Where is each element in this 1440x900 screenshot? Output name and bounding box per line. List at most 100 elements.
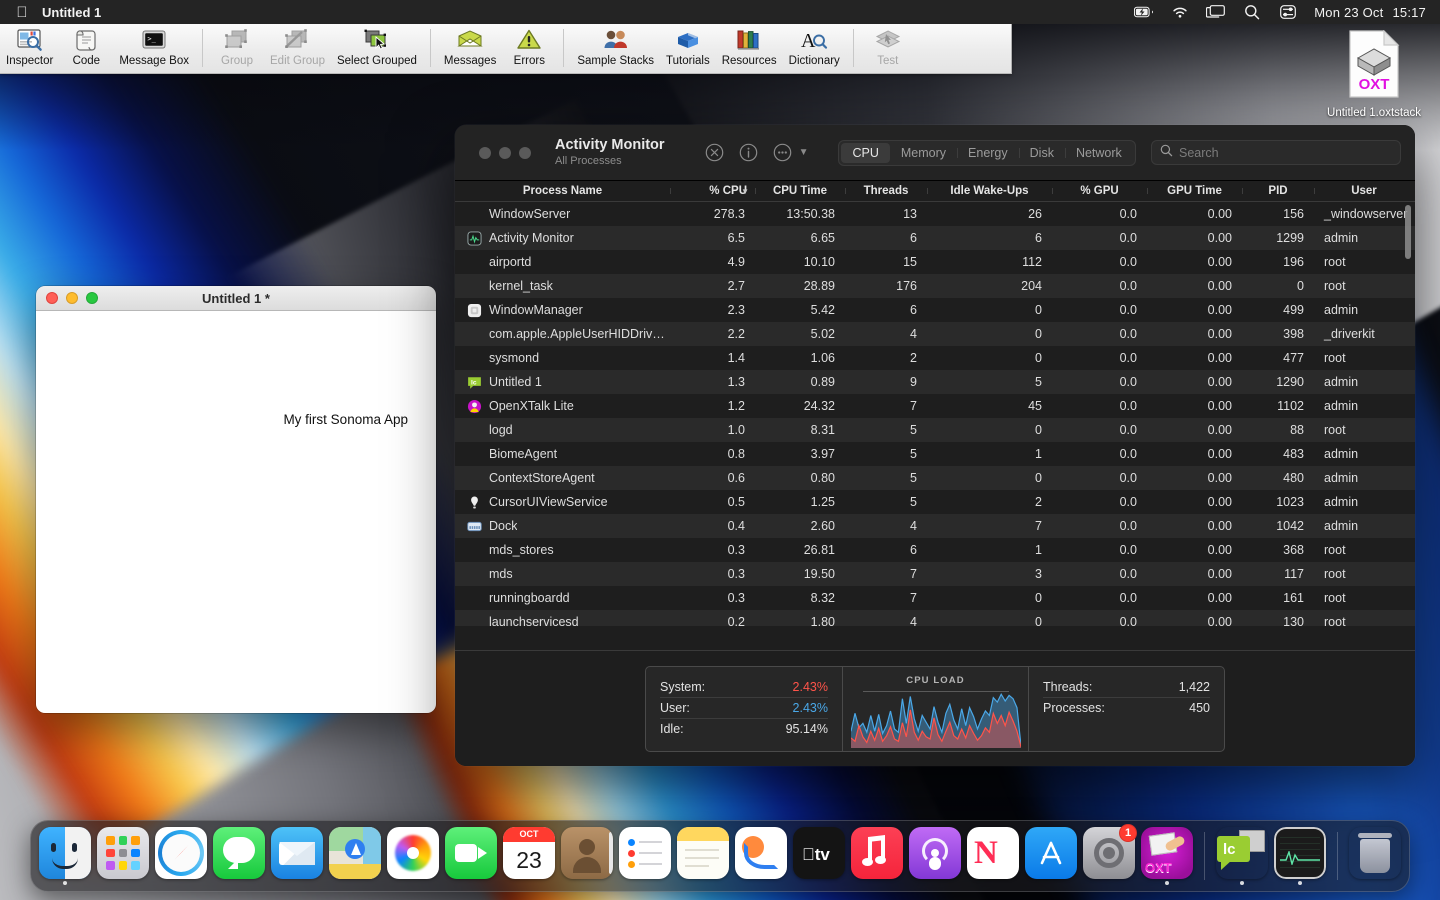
contacts-icon[interactable] — [561, 827, 613, 879]
tab-cpu[interactable]: CPU — [841, 142, 890, 163]
toolbar-code-button[interactable]: Code — [59, 24, 113, 74]
battery-charging-icon[interactable] — [1134, 4, 1154, 20]
spotlight-search-icon[interactable] — [1242, 4, 1261, 20]
dock-item-mail[interactable] — [271, 827, 323, 885]
dock-item-livecode[interactable]: lc — [1216, 827, 1268, 885]
control-center-icon[interactable] — [1278, 4, 1297, 20]
menubar-time[interactable]: 15:17 — [1392, 5, 1426, 20]
column-header-cpu[interactable]: % CPU ▼ — [670, 185, 755, 197]
column-header-gpu[interactable]: % GPU — [1052, 185, 1147, 197]
dock-item-music[interactable] — [851, 827, 903, 885]
mail-icon[interactable] — [271, 827, 323, 879]
table-row[interactable]: ContextStoreAgent 0.6 0.80 5 0 0.0 0.00 480 admi… — [455, 466, 1415, 490]
table-row[interactable]: lc Untitled 1 1.3 0.89 9 5 0.0 0.00 1290 admin — [455, 370, 1415, 394]
table-row[interactable]: mds_stores 0.3 26.81 6 1 0.0 0.00 368 root — [455, 538, 1415, 562]
dock-item-podcasts[interactable] — [909, 827, 961, 885]
column-header-threads[interactable]: Threads — [845, 185, 927, 197]
table-row[interactable]: Dock 0.4 2.60 4 7 0.0 0.00 1042 admin — [455, 514, 1415, 538]
openxtalk-lite-icon[interactable]: OXT — [1141, 827, 1193, 879]
table-row[interactable]: OpenXTalk Lite 1.2 24.32 7 45 0.0 0.00 1102 admi… — [455, 394, 1415, 418]
tab-disk[interactable]: Disk — [1018, 143, 1065, 163]
toolbar-errors-button[interactable]: Errors — [502, 24, 556, 74]
table-row[interactable]: logd 1.0 8.31 5 0 0.0 0.00 88 root — [455, 418, 1415, 442]
table-row[interactable]: airportd 4.9 10.10 15 112 0.0 0.00 196 root — [455, 250, 1415, 274]
safari-icon[interactable] — [155, 827, 207, 879]
news-icon[interactable]: N — [967, 827, 1019, 879]
activity-monitor-titlebar[interactable]: Activity Monitor All Processes ▼ CPU Mem… — [455, 125, 1415, 181]
stack-window-titlebar[interactable]: Untitled 1 * — [36, 286, 436, 311]
trash-icon[interactable] — [1349, 827, 1401, 879]
dock-item-maps[interactable] — [329, 827, 381, 885]
freeform-icon[interactable] — [735, 827, 787, 879]
notes-icon[interactable] — [677, 827, 729, 879]
table-row[interactable]: CursorUIViewService 0.5 1.25 5 2 0.0 0.00 1023 a… — [455, 490, 1415, 514]
app-store-icon[interactable] — [1025, 827, 1077, 879]
maps-icon[interactable] — [329, 827, 381, 879]
table-row[interactable]: com.apple.AppleUserHIDDriv… 2.2 5.02 4 0 0.0 0… — [455, 322, 1415, 346]
toolbar-messages-button[interactable]: Messages — [438, 24, 502, 74]
tab-network[interactable]: Network — [1064, 143, 1133, 163]
podcasts-icon[interactable] — [909, 827, 961, 879]
toolbar-edit-group-button[interactable]: Edit Group — [264, 24, 331, 74]
livecode-icon[interactable]: lc — [1216, 827, 1268, 879]
toolbar-sample-stacks-button[interactable]: Sample Stacks — [571, 24, 660, 74]
quit-process-icon[interactable] — [705, 143, 724, 162]
activity-monitor-icon[interactable] — [1274, 827, 1326, 879]
stack-card-canvas[interactable]: My first Sonoma App — [36, 311, 436, 713]
dock-item-news[interactable]: N — [967, 827, 1019, 885]
column-header-idle-wake-ups[interactable]: Idle Wake-Ups — [927, 185, 1052, 197]
toolbar-dictionary-button[interactable]: A Dictionary — [783, 24, 846, 74]
facetime-icon[interactable] — [445, 827, 497, 879]
table-row[interactable]: kernel_task 2.7 28.89 176 204 0.0 0.00 0 root — [455, 274, 1415, 298]
stack-field-text[interactable]: My first Sonoma App — [283, 412, 408, 427]
dock-item-freeform[interactable] — [735, 827, 787, 885]
column-header-pid[interactable]: PID — [1242, 185, 1314, 197]
search-input[interactable] — [1179, 145, 1392, 160]
tab-memory[interactable]: Memory — [890, 143, 957, 163]
table-row[interactable]: launchservicesd 0.2 1.80 4 0 0.0 0.00 130 root — [455, 610, 1415, 626]
tab-energy[interactable]: Energy — [957, 143, 1019, 163]
dock-item-calendar[interactable]: OCT 23 — [503, 827, 555, 885]
column-header-user[interactable]: User — [1314, 185, 1414, 197]
launchpad-icon[interactable] — [97, 827, 149, 879]
table-row[interactable]: runningboardd 0.3 8.32 7 0 0.0 0.00 161 root — [455, 586, 1415, 610]
column-header-cpu-time[interactable]: CPU Time — [755, 185, 845, 197]
dock-item-reminders[interactable] — [619, 827, 671, 885]
calendar-icon[interactable]: OCT 23 — [503, 827, 555, 879]
table-row[interactable]: WindowManager 2.3 5.42 6 0 0.0 0.00 499 admin — [455, 298, 1415, 322]
dock-item-openxtalk-lite[interactable]: OXT — [1141, 827, 1193, 885]
wifi-icon[interactable] — [1170, 4, 1189, 20]
toolbar-message-box-button[interactable]: >_ Message Box — [113, 24, 195, 74]
table-row[interactable]: WindowServer 278.3 13:50.38 13 26 0.0 0.00 156 _… — [455, 202, 1415, 226]
process-table-body[interactable]: WindowServer 278.3 13:50.38 13 26 0.0 0.00 156 _… — [455, 202, 1415, 626]
search-field[interactable] — [1151, 140, 1401, 165]
vertical-scrollbar[interactable] — [1405, 205, 1411, 259]
dock-item-contacts[interactable] — [561, 827, 613, 885]
table-row[interactable]: mds 0.3 19.50 7 3 0.0 0.00 117 root — [455, 562, 1415, 586]
minimize-button[interactable] — [499, 146, 511, 159]
chevron-down-icon[interactable]: ▼ — [799, 147, 809, 158]
dock-item-photos[interactable] — [387, 827, 439, 885]
table-row[interactable]: BiomeAgent 0.8 3.97 5 1 0.0 0.00 483 admin — [455, 442, 1415, 466]
toolbar-test-button[interactable]: Test — [861, 24, 915, 74]
toolbar-tutorials-button[interactable]: Tutorials — [660, 24, 716, 74]
dock-item-apple-tv[interactable]: tv — [793, 827, 845, 885]
finder-icon[interactable] — [39, 827, 91, 879]
inspect-process-icon[interactable] — [739, 143, 758, 162]
table-row[interactable]: sysmond 1.4 1.06 2 0 0.0 0.00 477 root — [455, 346, 1415, 370]
more-options-icon[interactable] — [773, 143, 792, 162]
zoom-button[interactable] — [519, 146, 531, 159]
column-header-process-name[interactable]: Process Name — [455, 185, 670, 197]
column-header-gpu-time[interactable]: GPU Time — [1147, 185, 1242, 197]
screen-mirroring-icon[interactable] — [1206, 4, 1226, 20]
apple-tv-icon[interactable]: tv — [793, 827, 845, 879]
dock-item-launchpad[interactable] — [97, 827, 149, 885]
dock-item-app-store[interactable] — [1025, 827, 1077, 885]
desktop-file-icon[interactable]: OXT Untitled 1.oxtstack — [1322, 29, 1426, 119]
dock-item-messages[interactable] — [213, 827, 265, 885]
dock-item-facetime[interactable] — [445, 827, 497, 885]
dock-item-trash[interactable] — [1349, 827, 1401, 885]
reminders-icon[interactable] — [619, 827, 671, 879]
toolbar-select-grouped-button[interactable]: Select Grouped — [331, 24, 423, 74]
toolbar-resources-button[interactable]: Resources — [716, 24, 783, 74]
